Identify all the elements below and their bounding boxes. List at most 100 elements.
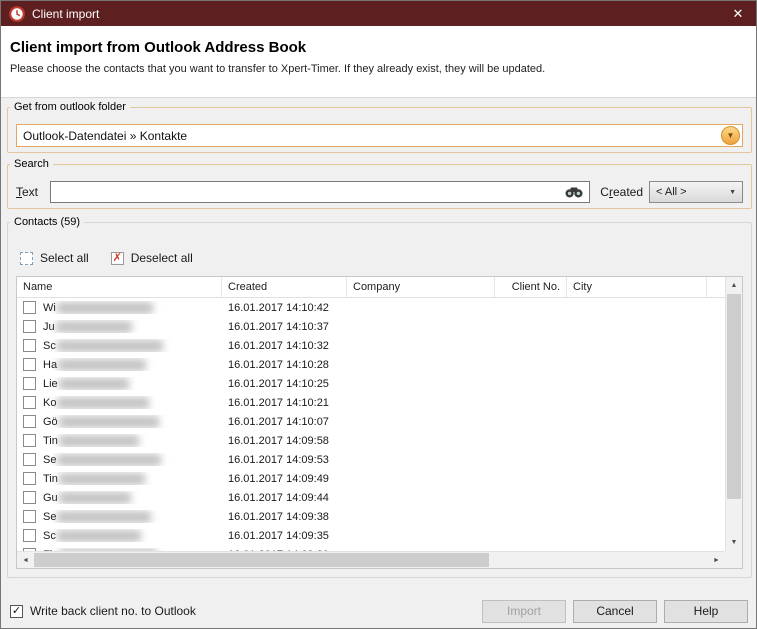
cell-name: Tin — [17, 472, 222, 485]
cell-name: Ju — [17, 320, 222, 333]
page-title: Client import from Outlook Address Book — [10, 39, 746, 56]
cell-created: 16.01.2017 14:09:35 — [222, 530, 347, 542]
row-checkbox[interactable] — [23, 339, 36, 352]
writeback-checkbox-row[interactable]: ✓ Write back client no. to Outlook — [10, 604, 196, 618]
select-all-label: Select all — [40, 251, 89, 265]
search-input-wrapper — [50, 181, 590, 203]
contact-name-prefix: Gö — [43, 416, 58, 428]
cell-name: Se — [17, 510, 222, 523]
client-import-dialog: Client import ✕ Client import from Outlo… — [0, 0, 757, 629]
deselect-all-label: Deselect all — [131, 251, 193, 265]
column-header-name[interactable]: Name — [17, 277, 222, 297]
contact-name-prefix: Wi — [43, 302, 56, 314]
outlook-folder-combobox[interactable]: Outlook-Datendatei » Kontakte ▼ — [16, 124, 743, 147]
folder-groupbox: Get from outlook folder Outlook-Datendat… — [7, 101, 752, 153]
scroll-right-icon[interactable]: ► — [708, 552, 725, 569]
row-checkbox[interactable] — [23, 320, 36, 333]
cell-created: 16.01.2017 14:10:42 — [222, 302, 347, 314]
table-row[interactable]: Sc 16.01.2017 14:09:35 — [17, 526, 725, 545]
row-checkbox[interactable] — [23, 434, 36, 447]
row-checkbox[interactable] — [23, 491, 36, 504]
writeback-checkbox[interactable]: ✓ — [10, 605, 23, 618]
contact-name-prefix: Tin — [43, 435, 58, 447]
table-row[interactable]: Sc 16.01.2017 14:10:32 — [17, 336, 725, 355]
created-filter-select[interactable]: < All > ▼ — [649, 181, 743, 203]
table-row[interactable]: Se 16.01.2017 14:09:53 — [17, 450, 725, 469]
vertical-scrollbar[interactable]: ▲ ▼ — [725, 277, 742, 551]
row-checkbox[interactable] — [23, 510, 36, 523]
table-header: Name Created Company Client No. City — [17, 277, 725, 298]
table-row[interactable]: Gu 16.01.2017 14:09:44 — [17, 488, 725, 507]
row-checkbox[interactable] — [23, 529, 36, 542]
search-input[interactable] — [55, 185, 562, 199]
redacted-name — [59, 416, 159, 428]
table-row[interactable]: Ju 16.01.2017 14:10:37 — [17, 317, 725, 336]
search-group-label: Search — [10, 158, 53, 170]
row-checkbox[interactable] — [23, 415, 36, 428]
redacted-name — [59, 492, 131, 504]
column-header-company[interactable]: Company — [347, 277, 495, 297]
contact-name-prefix: Sc — [43, 340, 56, 352]
scroll-up-icon[interactable]: ▲ — [726, 277, 742, 294]
redacted-name — [58, 359, 146, 371]
row-checkbox[interactable] — [23, 453, 36, 466]
row-checkbox[interactable] — [23, 358, 36, 371]
contact-name-prefix: Gu — [43, 492, 58, 504]
table-row[interactable]: Tin 16.01.2017 14:09:58 — [17, 431, 725, 450]
redacted-name — [59, 435, 139, 447]
select-all-button[interactable]: Select all — [20, 251, 89, 265]
folder-dropdown-icon[interactable]: ▼ — [721, 126, 740, 145]
contact-name-prefix: Ju — [43, 321, 55, 333]
table-row[interactable]: Se 16.01.2017 14:09:38 — [17, 507, 725, 526]
table-row[interactable]: Lie 16.01.2017 14:10:25 — [17, 374, 725, 393]
cell-created: 16.01.2017 14:10:07 — [222, 416, 347, 428]
row-checkbox[interactable] — [23, 472, 36, 485]
cell-created: 16.01.2017 14:09:44 — [222, 492, 347, 504]
table-row[interactable]: Ko 16.01.2017 14:10:21 — [17, 393, 725, 412]
contact-name-prefix: Se — [43, 454, 56, 466]
table-row[interactable]: Ha 16.01.2017 14:10:28 — [17, 355, 725, 374]
column-header-filler — [707, 277, 725, 297]
dialog-header: Client import from Outlook Address Book … — [1, 26, 756, 98]
column-header-city[interactable]: City — [567, 277, 707, 297]
vertical-scrollbar-thumb[interactable] — [727, 294, 741, 499]
contacts-group-label: Contacts (59) — [10, 216, 84, 228]
row-checkbox[interactable] — [23, 396, 36, 409]
binoculars-search-icon[interactable] — [562, 183, 586, 201]
table-row[interactable]: Wi 16.01.2017 14:10:42 — [17, 298, 725, 317]
deselect-all-icon: ✗ — [111, 252, 124, 265]
cancel-button[interactable]: Cancel — [573, 600, 657, 623]
row-checkbox[interactable] — [23, 377, 36, 390]
redacted-name — [57, 454, 161, 466]
import-button[interactable]: Import — [482, 600, 566, 623]
contacts-table: Name Created Company Client No. City Wi … — [16, 276, 743, 569]
column-header-created[interactable]: Created — [222, 277, 347, 297]
cell-created: 16.01.2017 14:10:25 — [222, 378, 347, 390]
scroll-left-icon[interactable]: ◄ — [17, 552, 34, 569]
cell-created: 16.01.2017 14:10:37 — [222, 321, 347, 333]
help-button[interactable]: Help — [664, 600, 748, 623]
cell-name: Ha — [17, 358, 222, 371]
contacts-toolbar: Select all ✗ Deselect all — [20, 248, 193, 268]
cell-created: 16.01.2017 14:10:32 — [222, 340, 347, 352]
table-row[interactable]: Tin 16.01.2017 14:09:49 — [17, 469, 725, 488]
created-filter-label: Created — [600, 185, 643, 199]
cell-created: 16.01.2017 14:09:38 — [222, 511, 347, 523]
select-all-icon — [20, 252, 33, 265]
close-icon[interactable]: ✕ — [720, 1, 756, 26]
redacted-name — [57, 302, 153, 314]
horizontal-scrollbar-thumb[interactable] — [34, 553, 489, 567]
contact-name-prefix: Tin — [43, 473, 58, 485]
table-row[interactable]: Gö 16.01.2017 14:10:07 — [17, 412, 725, 431]
contacts-groupbox: Contacts (59) Select all ✗ Deselect all … — [7, 216, 752, 578]
row-checkbox[interactable] — [23, 301, 36, 314]
horizontal-scrollbar[interactable]: ◄ ► — [17, 551, 725, 568]
cell-created: 16.01.2017 14:10:21 — [222, 397, 347, 409]
column-header-client-no[interactable]: Client No. — [495, 277, 567, 297]
scroll-down-icon[interactable]: ▼ — [726, 534, 742, 551]
outlook-folder-value: Outlook-Datendatei » Kontakte — [23, 129, 187, 143]
cell-name: Ko — [17, 396, 222, 409]
search-row: Text Created < All > ▼ — [16, 181, 743, 203]
deselect-all-button[interactable]: ✗ Deselect all — [111, 251, 193, 265]
redacted-name — [59, 378, 129, 390]
